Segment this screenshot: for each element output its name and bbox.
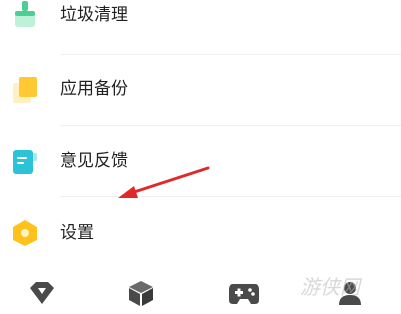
- gamepad-icon: [229, 284, 259, 304]
- annotation-arrow: [118, 166, 210, 198]
- menu-item-label: 垃圾清理: [60, 5, 128, 25]
- feedback-icon: [11, 147, 39, 175]
- tab-box[interactable]: [126, 278, 160, 308]
- settings-menu-screen: 垃圾清理 应用备份 意见反馈 设置 游侠网: [0, 0, 401, 314]
- menu-item-label: 应用备份: [60, 79, 128, 99]
- divider: [60, 125, 401, 126]
- divider: [60, 54, 401, 55]
- diamond-icon: [30, 282, 54, 304]
- watermark-text: 游侠网: [300, 275, 360, 299]
- box-icon: [129, 281, 153, 306]
- menu-item-label: 设置: [60, 223, 94, 243]
- backup-icon: [11, 75, 39, 103]
- menu-item-settings[interactable]: 设置: [0, 210, 401, 260]
- menu-item-app-backup[interactable]: 应用备份: [0, 66, 401, 116]
- broom-icon: [11, 1, 39, 29]
- settings-icon: [11, 219, 39, 247]
- site-watermark: 游侠网: [300, 265, 400, 305]
- tab-games[interactable]: [227, 278, 261, 308]
- tab-diamond[interactable]: [27, 278, 61, 308]
- menu-item-junk-clean[interactable]: 垃圾清理: [0, 0, 401, 42]
